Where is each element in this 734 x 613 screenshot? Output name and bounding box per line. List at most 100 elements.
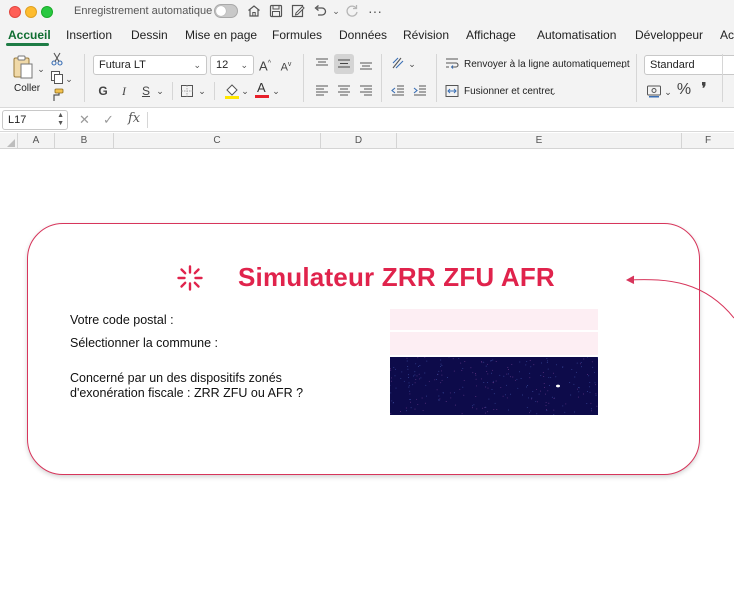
paste-dropdown-icon[interactable]: ⌄ <box>36 60 46 78</box>
borders-icon[interactable] <box>180 84 194 98</box>
tab-affichage[interactable]: Affichage <box>466 28 516 42</box>
close-window-button[interactable] <box>9 6 21 18</box>
font-color-icon[interactable]: A <box>254 80 270 100</box>
texture-dot <box>590 402 592 404</box>
cancel-icon[interactable]: ✕ <box>79 112 90 128</box>
wrap-text-icon[interactable] <box>445 57 459 71</box>
autosave-toggle[interactable] <box>214 4 238 18</box>
texture-dot <box>441 370 443 372</box>
decrease-font-icon[interactable]: Av <box>278 56 294 77</box>
name-box[interactable]: L17 ▲ ▼ <box>2 110 68 130</box>
texture-dot <box>481 360 483 362</box>
column-header-c[interactable]: C <box>114 133 321 149</box>
fill-color-dropdown-icon[interactable]: ⌄ <box>240 82 250 100</box>
confirm-icon[interactable]: ✓ <box>103 112 114 128</box>
ribbon-separator <box>636 54 637 102</box>
ribbon-separator <box>381 54 382 102</box>
align-right-icon[interactable] <box>358 83 374 99</box>
bold-button[interactable]: G <box>96 82 110 100</box>
more-icon[interactable]: ··· <box>367 3 383 19</box>
copy-icon[interactable] <box>50 70 64 84</box>
texture-dot <box>473 404 475 406</box>
number-format-select[interactable]: Standard <box>644 55 734 75</box>
font-name-select[interactable]: Futura LT ⌄ <box>93 55 207 75</box>
increase-indent-icon[interactable] <box>412 83 428 99</box>
texture-dot <box>488 398 490 400</box>
orientation-icon[interactable] <box>390 55 406 71</box>
column-header-e[interactable]: E <box>397 133 682 149</box>
undo-icon[interactable] <box>312 3 328 19</box>
texture-dot <box>472 407 473 409</box>
underline-button[interactable]: S <box>140 82 152 100</box>
fill-color-icon[interactable] <box>224 82 240 100</box>
orientation-dropdown-icon[interactable]: ⌄ <box>407 55 417 73</box>
merge-center-dropdown-icon[interactable]: ⌄ <box>548 83 558 101</box>
column-header-d[interactable]: D <box>321 133 397 149</box>
align-middle-icon[interactable] <box>334 54 354 74</box>
format-painter-icon[interactable] <box>50 88 64 102</box>
align-center-icon[interactable] <box>336 83 352 99</box>
texture-dot <box>453 370 455 372</box>
underline-dropdown-icon[interactable]: ⌄ <box>155 82 165 100</box>
texture-dot <box>535 400 537 402</box>
paste-icon[interactable] <box>10 54 36 80</box>
tab-formules[interactable]: Formules <box>272 28 322 42</box>
undo-dropdown-icon[interactable]: ⌄ <box>328 3 344 19</box>
wrap-text-dropdown-icon[interactable]: ⌄ <box>618 56 628 74</box>
percent-button[interactable]: % <box>676 81 692 99</box>
tab-automatisation[interactable]: Automatisation <box>537 28 616 42</box>
zoom-window-button[interactable] <box>41 6 53 18</box>
wrap-text-label[interactable]: Renvoyer à la ligne automatiquement <box>464 59 630 70</box>
tab-accessibilite[interactable]: Accr <box>720 28 734 42</box>
copy-dropdown-icon[interactable]: ⌄ <box>64 70 74 88</box>
accounting-format-icon[interactable] <box>646 83 662 99</box>
texture-dot <box>578 391 580 393</box>
ribbon-separator <box>84 54 85 102</box>
borders-dropdown-icon[interactable]: ⌄ <box>197 82 207 100</box>
select-all-button[interactable] <box>0 133 18 149</box>
commune-select[interactable] <box>390 332 598 355</box>
tab-developpeur[interactable]: Développeur <box>635 28 703 42</box>
font-color-dropdown-icon[interactable]: ⌄ <box>271 82 281 100</box>
italic-button[interactable]: I <box>118 82 130 100</box>
postal-code-input[interactable] <box>390 309 598 330</box>
column-header-f[interactable]: F <box>682 133 734 149</box>
texture-dot <box>586 391 588 392</box>
minimize-window-button[interactable] <box>25 6 37 18</box>
column-header-a[interactable]: A <box>18 133 55 149</box>
tab-insertion[interactable]: Insertion <box>66 28 112 42</box>
name-box-stepper-icon[interactable]: ▲ ▼ <box>57 112 64 128</box>
accounting-dropdown-icon[interactable]: ⌄ <box>663 83 673 101</box>
tab-dessin[interactable]: Dessin <box>131 28 168 42</box>
tab-donnees[interactable]: Données <box>339 28 387 42</box>
align-left-icon[interactable] <box>314 83 330 99</box>
texture-dot <box>527 385 528 386</box>
texture-dot <box>546 357 548 359</box>
tab-mise-en-page[interactable]: Mise en page <box>185 28 257 42</box>
texture-dot <box>531 397 533 399</box>
chevron-down-icon: ⌄ <box>193 60 201 70</box>
cut-icon[interactable] <box>50 52 64 66</box>
merge-center-icon[interactable] <box>445 84 459 98</box>
texture-dot <box>487 373 489 375</box>
insert-function-button[interactable]: fx <box>128 111 140 126</box>
texture-dot <box>547 368 549 370</box>
texture-dot <box>543 376 545 378</box>
comma-style-button[interactable]: ❜ <box>698 81 710 99</box>
increase-font-icon[interactable]: A^ <box>257 55 273 75</box>
home-icon[interactable] <box>246 3 262 19</box>
merge-center-label[interactable]: Fusionner et centrer <box>464 86 554 97</box>
save-icon[interactable] <box>268 3 284 19</box>
texture-dot <box>508 409 510 411</box>
font-size-select[interactable]: 12 ⌄ <box>210 55 254 75</box>
tab-revision[interactable]: Révision <box>403 28 449 42</box>
texture-dot <box>395 368 396 370</box>
edit-icon[interactable] <box>290 3 306 19</box>
decrease-indent-icon[interactable] <box>390 83 406 99</box>
redo-icon[interactable] <box>344 3 360 19</box>
tab-accueil[interactable]: Accueil <box>8 28 51 42</box>
column-header-b[interactable]: B <box>55 133 114 149</box>
texture-dot <box>493 409 495 411</box>
align-bottom-icon[interactable] <box>358 56 374 72</box>
align-top-icon[interactable] <box>314 56 330 72</box>
